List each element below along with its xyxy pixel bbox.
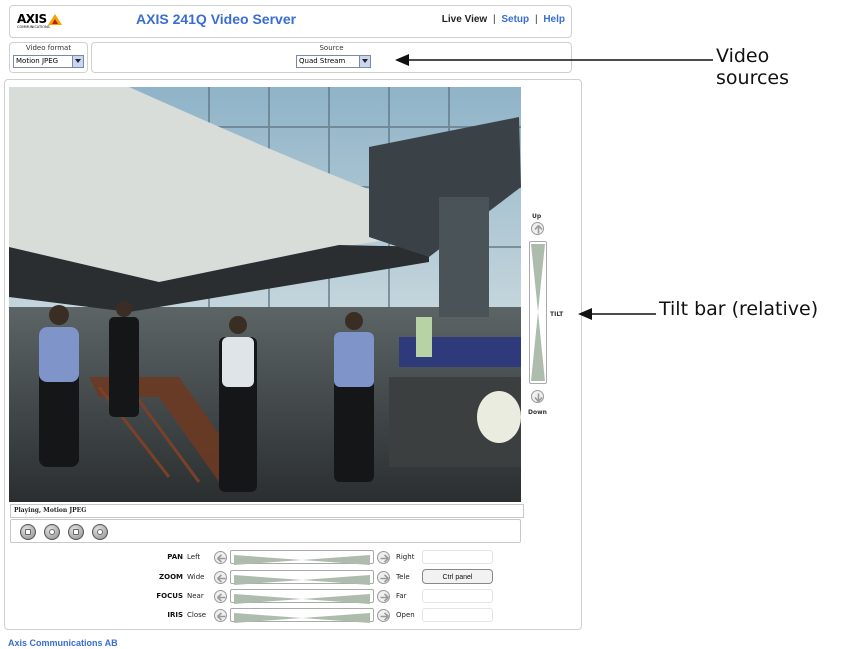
tilt-bar[interactable] bbox=[529, 241, 547, 384]
logo-wordmark: AXIS bbox=[17, 12, 47, 26]
nav-separator: | bbox=[492, 14, 496, 25]
focus-bar[interactable] bbox=[230, 589, 374, 604]
arrow-left-icon bbox=[216, 554, 226, 563]
page-title: AXIS 241Q Video Server bbox=[136, 11, 297, 27]
video-status-bar: Playing, Motion JPEG bbox=[10, 504, 524, 518]
arrow-right-icon bbox=[380, 612, 390, 621]
zoom-increase-button[interactable] bbox=[377, 571, 390, 584]
zoom-high-label: Tele bbox=[396, 573, 410, 581]
arrow-up-icon bbox=[534, 224, 543, 234]
iris-label: IRIS bbox=[167, 611, 183, 619]
iris-bar-graphic bbox=[234, 613, 370, 623]
tilt-label: TILT bbox=[550, 311, 564, 318]
chevron-down-icon[interactable] bbox=[359, 56, 370, 67]
snapshot-icon bbox=[49, 529, 55, 535]
zoom-bar[interactable] bbox=[230, 570, 374, 585]
focus-increase-button[interactable] bbox=[377, 590, 390, 603]
zoom-label: ZOOM bbox=[159, 573, 183, 581]
ptz-icon bbox=[97, 529, 103, 535]
pause-button[interactable] bbox=[68, 524, 84, 540]
arrow-left-icon bbox=[216, 574, 226, 583]
nav-help-link[interactable]: Help bbox=[543, 14, 565, 25]
pan-bar-graphic bbox=[234, 555, 370, 565]
zoom-bar-graphic bbox=[234, 575, 370, 585]
focus-low-label: Near bbox=[187, 592, 204, 600]
source-value: Quad Stream bbox=[299, 57, 346, 65]
nav-setup-link[interactable]: Setup bbox=[501, 14, 529, 25]
iris-high-label: Open bbox=[396, 611, 415, 619]
video-status-text: Playing, Motion JPEG bbox=[14, 507, 87, 514]
tilt-up-button[interactable] bbox=[531, 222, 544, 235]
focus-bar-graphic bbox=[234, 594, 370, 604]
ctrl-panel-button[interactable]: Ctrl panel bbox=[422, 569, 493, 584]
tilt-up-label: Up bbox=[532, 213, 542, 220]
pan-label: PAN bbox=[167, 553, 183, 561]
zoom-decrease-button[interactable] bbox=[214, 571, 227, 584]
tilt-down-label: Down bbox=[528, 409, 547, 416]
nav-live-view-link[interactable]: Live View bbox=[442, 14, 487, 25]
logo-triangle-inner-icon bbox=[52, 19, 58, 24]
arrow-down-icon bbox=[534, 393, 543, 403]
video-format-panel: Video format Motion JPEG bbox=[9, 42, 88, 73]
top-navigation: Live View | Setup | Help bbox=[442, 14, 565, 25]
snapshot-button[interactable] bbox=[44, 524, 60, 540]
zoom-low-label: Wide bbox=[187, 573, 205, 581]
arrow-right-icon bbox=[380, 554, 390, 563]
source-select[interactable]: Quad Stream bbox=[296, 55, 371, 68]
video-sources-callout-arrow bbox=[395, 54, 713, 66]
video-format-caption: Video format bbox=[25, 44, 72, 52]
ptz-mode-button[interactable] bbox=[92, 524, 108, 540]
nav-separator: | bbox=[534, 14, 538, 25]
iris-increase-button[interactable] bbox=[377, 609, 390, 622]
tilt-bar-annotation: Tilt bar (relative) bbox=[659, 298, 819, 320]
arrow-right-icon bbox=[380, 574, 390, 583]
tilt-down-button[interactable] bbox=[531, 390, 544, 403]
axis-logo[interactable]: AXIS COMMUNICATIONS bbox=[17, 12, 65, 32]
pan-bar[interactable] bbox=[230, 550, 374, 565]
iris-bar[interactable] bbox=[230, 608, 374, 623]
stop-button[interactable] bbox=[20, 524, 36, 540]
pan-low-label: Left bbox=[187, 553, 201, 561]
video-frame-image bbox=[9, 87, 521, 502]
focus-high-label: Far bbox=[396, 592, 407, 600]
video-format-select[interactable]: Motion JPEG bbox=[13, 55, 84, 68]
iris-decrease-button[interactable] bbox=[214, 609, 227, 622]
source-caption: Source bbox=[319, 44, 344, 52]
iris-low-label: Close bbox=[187, 611, 207, 619]
chevron-down-icon[interactable] bbox=[72, 56, 83, 67]
video-format-value: Motion JPEG bbox=[16, 57, 59, 65]
pan-high-label: Right bbox=[396, 553, 415, 561]
video-stream[interactable] bbox=[9, 87, 521, 502]
focus-side-slot bbox=[422, 589, 493, 603]
tilt-bar-callout-arrow bbox=[578, 308, 656, 320]
arrow-left-icon bbox=[216, 593, 226, 602]
footer-company: Axis Communications AB bbox=[8, 638, 118, 648]
arrow-left-icon bbox=[216, 612, 226, 621]
video-sources-annotation: Video sources bbox=[716, 45, 789, 89]
iris-side-slot bbox=[422, 608, 493, 622]
arrow-right-icon bbox=[380, 593, 390, 602]
player-controls bbox=[10, 519, 521, 543]
logo-subtext: COMMUNICATIONS bbox=[17, 25, 50, 29]
focus-label: FOCUS bbox=[156, 592, 183, 600]
stop-icon bbox=[25, 529, 31, 535]
tilt-bar-graphic bbox=[531, 244, 545, 381]
pan-decrease-button[interactable] bbox=[214, 551, 227, 564]
header-bar: AXIS COMMUNICATIONS AXIS 241Q Video Serv… bbox=[9, 5, 572, 38]
pan-increase-button[interactable] bbox=[377, 551, 390, 564]
focus-decrease-button[interactable] bbox=[214, 590, 227, 603]
pan-side-slot bbox=[422, 550, 493, 564]
pause-icon bbox=[73, 529, 79, 535]
